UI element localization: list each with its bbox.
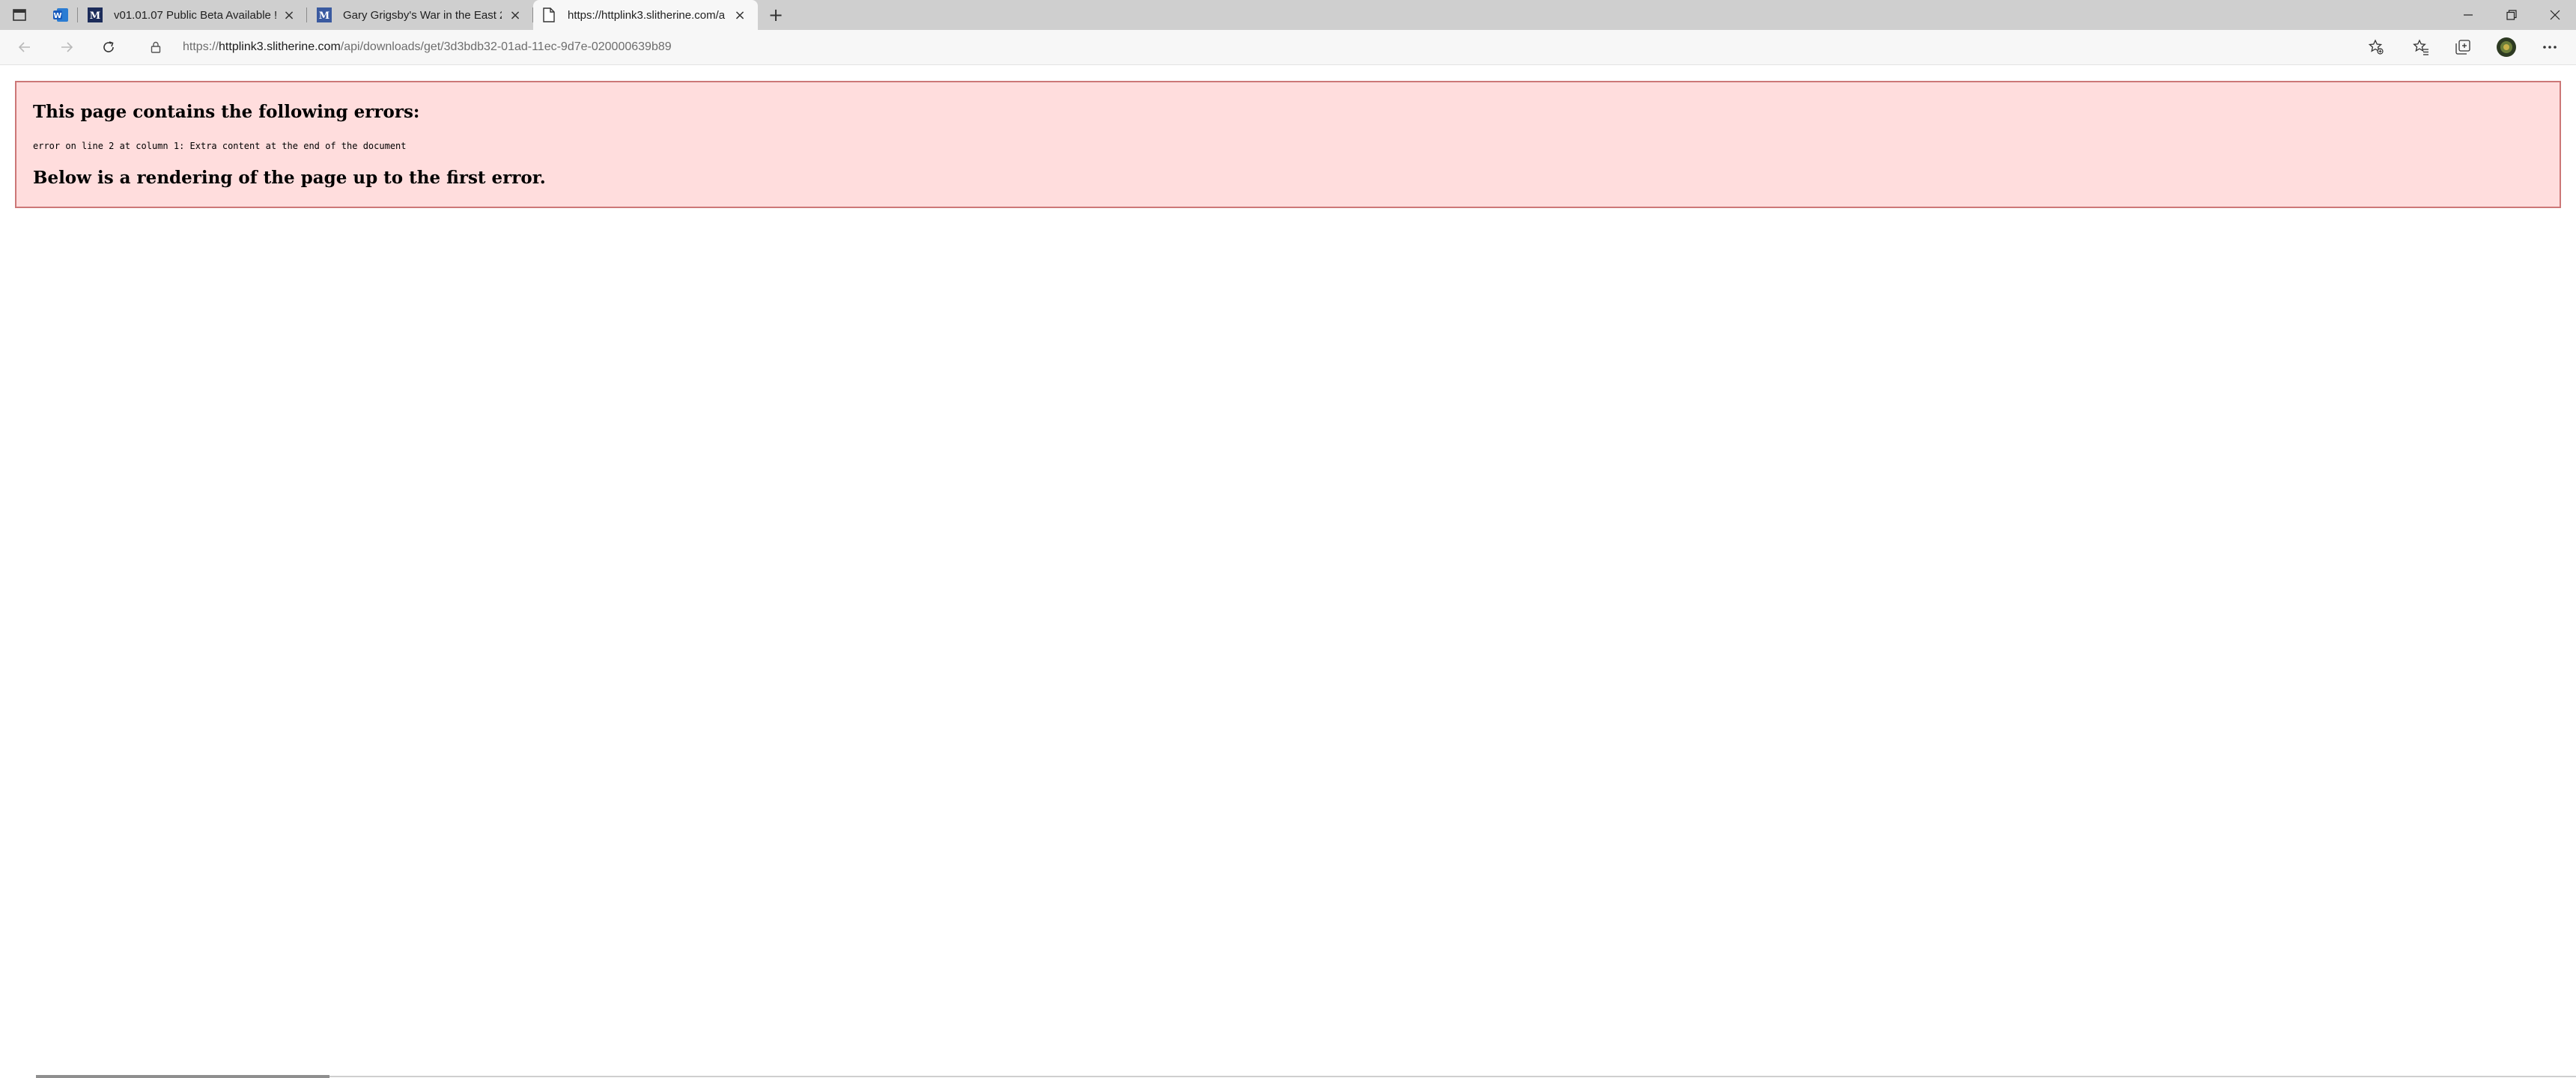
svg-text:M: M	[319, 10, 329, 22]
browser-toolbar: https://httplink3.slitherine.com/api/dow…	[0, 30, 2576, 65]
profile-avatar-icon	[2497, 37, 2516, 57]
tab-beta-announcement[interactable]: M v01.01.07 Public Beta Available ! ×	[79, 0, 307, 30]
refresh-button[interactable]	[97, 36, 120, 58]
tab-close-icon[interactable]: ×	[508, 7, 523, 23]
tab-close-icon[interactable]: ×	[732, 7, 747, 23]
forward-button[interactable]	[55, 36, 78, 58]
slitherine-site-icon: M	[87, 7, 103, 23]
forward-arrow-icon	[61, 42, 73, 52]
svg-text:M: M	[90, 10, 100, 22]
error-heading: This page contains the following errors:	[33, 102, 420, 122]
close-window-button[interactable]	[2534, 0, 2576, 30]
collections-button[interactable]	[2452, 36, 2474, 58]
horizontal-scrollbar-track[interactable]	[329, 1076, 2576, 1077]
tab-actions-icon	[13, 9, 26, 21]
lock-icon[interactable]	[147, 38, 165, 56]
minimize-icon	[2464, 14, 2473, 16]
page-icon	[541, 7, 557, 23]
plus-icon: +	[768, 4, 784, 25]
rendering-note: Below is a rendering of the page up to t…	[33, 168, 546, 188]
url-scheme: https://	[183, 40, 219, 53]
minimize-button[interactable]	[2447, 0, 2489, 30]
tab-active-download[interactable]: https://httplink3.slitherine.com/a ×	[533, 0, 758, 30]
restore-button[interactable]	[2491, 0, 2533, 30]
url-path: /api/downloads/get/3d3bdb32-01ad-11ec-9d…	[340, 40, 672, 53]
slitherine-site-icon: M	[316, 7, 332, 23]
tab-word[interactable]: W	[45, 0, 78, 30]
tab-strip: W M v01.01.07 Public Beta Available ! × …	[0, 0, 2576, 30]
restore-icon	[2506, 10, 2517, 20]
tab-title: v01.01.07 Public Beta Available !	[114, 8, 278, 22]
address-bar[interactable]: https://httplink3.slitherine.com/api/dow…	[139, 34, 2386, 60]
word-app-icon: W	[52, 7, 69, 23]
new-tab-button[interactable]: +	[765, 4, 786, 25]
favorites-icon	[2413, 39, 2428, 55]
favorites-button[interactable]	[2410, 36, 2432, 58]
close-icon	[2550, 10, 2560, 20]
parser-error-box: This page contains the following errors:…	[15, 81, 2561, 208]
tab-actions-menu-button[interactable]	[10, 7, 28, 23]
url-host: httplink3.slitherine.com	[219, 40, 341, 53]
star-add-icon	[2368, 39, 2384, 55]
tab-title: https://httplink3.slitherine.com/a	[568, 8, 726, 22]
back-arrow-icon	[18, 42, 30, 52]
tab-close-icon[interactable]: ×	[282, 7, 297, 23]
svg-text:W: W	[53, 12, 61, 20]
profile-button[interactable]	[2495, 36, 2518, 58]
collections-icon	[2455, 40, 2470, 55]
url-text[interactable]: https://httplink3.slitherine.com/api/dow…	[183, 40, 672, 54]
settings-menu-button[interactable]	[2539, 36, 2561, 58]
tab-war-in-the-east[interactable]: M Gary Grigsby's War in the East 2 ×	[309, 0, 533, 30]
more-dots-icon	[2543, 46, 2557, 49]
tab-title: Gary Grigsby's War in the East 2	[343, 8, 502, 22]
refresh-icon	[103, 41, 114, 52]
error-message: error on line 2 at column 1: Extra conte…	[33, 141, 407, 151]
horizontal-scrollbar-thumb[interactable]	[36, 1075, 329, 1078]
back-button[interactable]	[13, 36, 36, 58]
add-favorite-button[interactable]	[2365, 36, 2387, 58]
